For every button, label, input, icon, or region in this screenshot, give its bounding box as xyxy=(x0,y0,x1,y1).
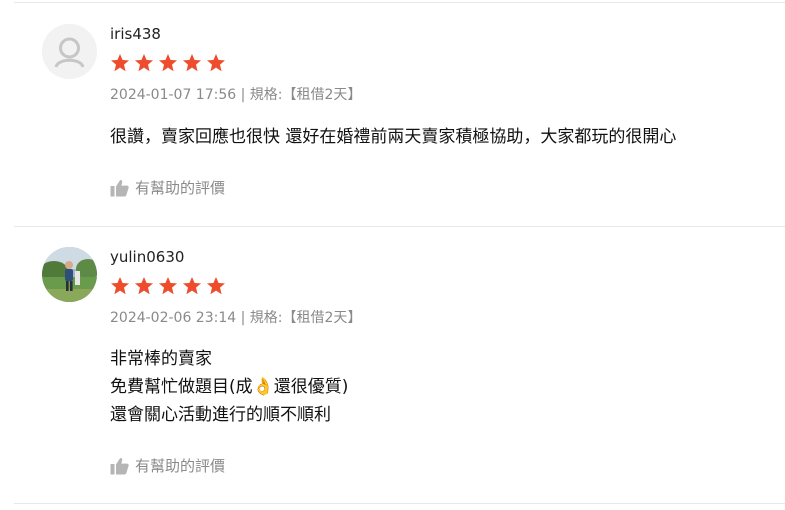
star-icon xyxy=(159,277,177,295)
meta-separator: | xyxy=(240,310,246,326)
thumbs-up-icon xyxy=(110,457,129,474)
spec-bracket-close: 】 xyxy=(347,310,362,326)
meta-separator: | xyxy=(240,87,246,103)
username[interactable]: iris438 xyxy=(110,25,161,43)
review-comment: 非常棒的賣家 免費幫忙做題目(成👌還很優質) 還會關心活動進行的順不順利 xyxy=(110,345,348,429)
review-comment: 很讚，賣家回應也很快 還好在婚禮前兩天賣家積極協助，大家都玩的很開心 xyxy=(110,123,676,151)
rating-stars xyxy=(110,53,226,73)
star-icon xyxy=(183,277,201,295)
review-meta: 2024-02-06 23:14 | 規格:【租借2天】 xyxy=(110,307,361,327)
comment-line: 免費幫忙做題目(成👌還很優質) xyxy=(110,377,349,397)
rating-stars xyxy=(110,276,226,296)
star-icon xyxy=(207,54,225,72)
star-icon xyxy=(111,277,129,295)
helpful-button[interactable]: 有幫助的評價 xyxy=(110,177,225,198)
review-datetime: 2024-01-07 17:56 xyxy=(110,87,237,103)
review-item: yulin0630 2024-02-06 23:14 | 規格:【租借2天】 非… xyxy=(0,226,785,506)
spec-bracket-open: 【 xyxy=(282,310,297,326)
spec-label: 規格: xyxy=(249,310,283,326)
star-icon xyxy=(207,277,225,295)
thumbs-up-icon xyxy=(110,179,129,196)
helpful-label: 有幫助的評價 xyxy=(135,457,226,475)
default-user-icon xyxy=(42,24,97,79)
avatar[interactable] xyxy=(42,24,97,79)
star-icon xyxy=(135,54,153,72)
review-datetime: 2024-02-06 23:14 xyxy=(110,310,237,326)
comment-line: 非常棒的賣家 xyxy=(110,349,212,369)
review-item: iris438 2024-01-07 17:56 | 規格:【租借2天】 很讚，… xyxy=(0,0,785,228)
star-icon xyxy=(111,54,129,72)
spec-value: 租借2天 xyxy=(296,310,348,326)
username[interactable]: yulin0630 xyxy=(110,248,184,266)
helpful-button[interactable]: 有幫助的評價 xyxy=(110,455,225,476)
star-icon xyxy=(135,277,153,295)
star-icon xyxy=(159,54,177,72)
star-icon xyxy=(183,54,201,72)
spec-bracket-open: 【 xyxy=(282,87,297,103)
helpful-label: 有幫助的評價 xyxy=(135,179,226,197)
bottom-divider xyxy=(14,503,785,504)
comment-line: 還會關心活動進行的順不順利 xyxy=(110,405,331,425)
comment-line: 很讚，賣家回應也很快 還好在婚禮前兩天賣家積極協助，大家都玩的很開心 xyxy=(110,127,677,147)
review-meta: 2024-01-07 17:56 | 規格:【租借2天】 xyxy=(110,84,361,104)
spec-value: 租借2天 xyxy=(296,87,348,103)
spec-label: 規格: xyxy=(249,87,283,103)
photo-avatar xyxy=(42,247,97,302)
avatar[interactable] xyxy=(42,247,97,302)
spec-bracket-close: 】 xyxy=(347,87,362,103)
